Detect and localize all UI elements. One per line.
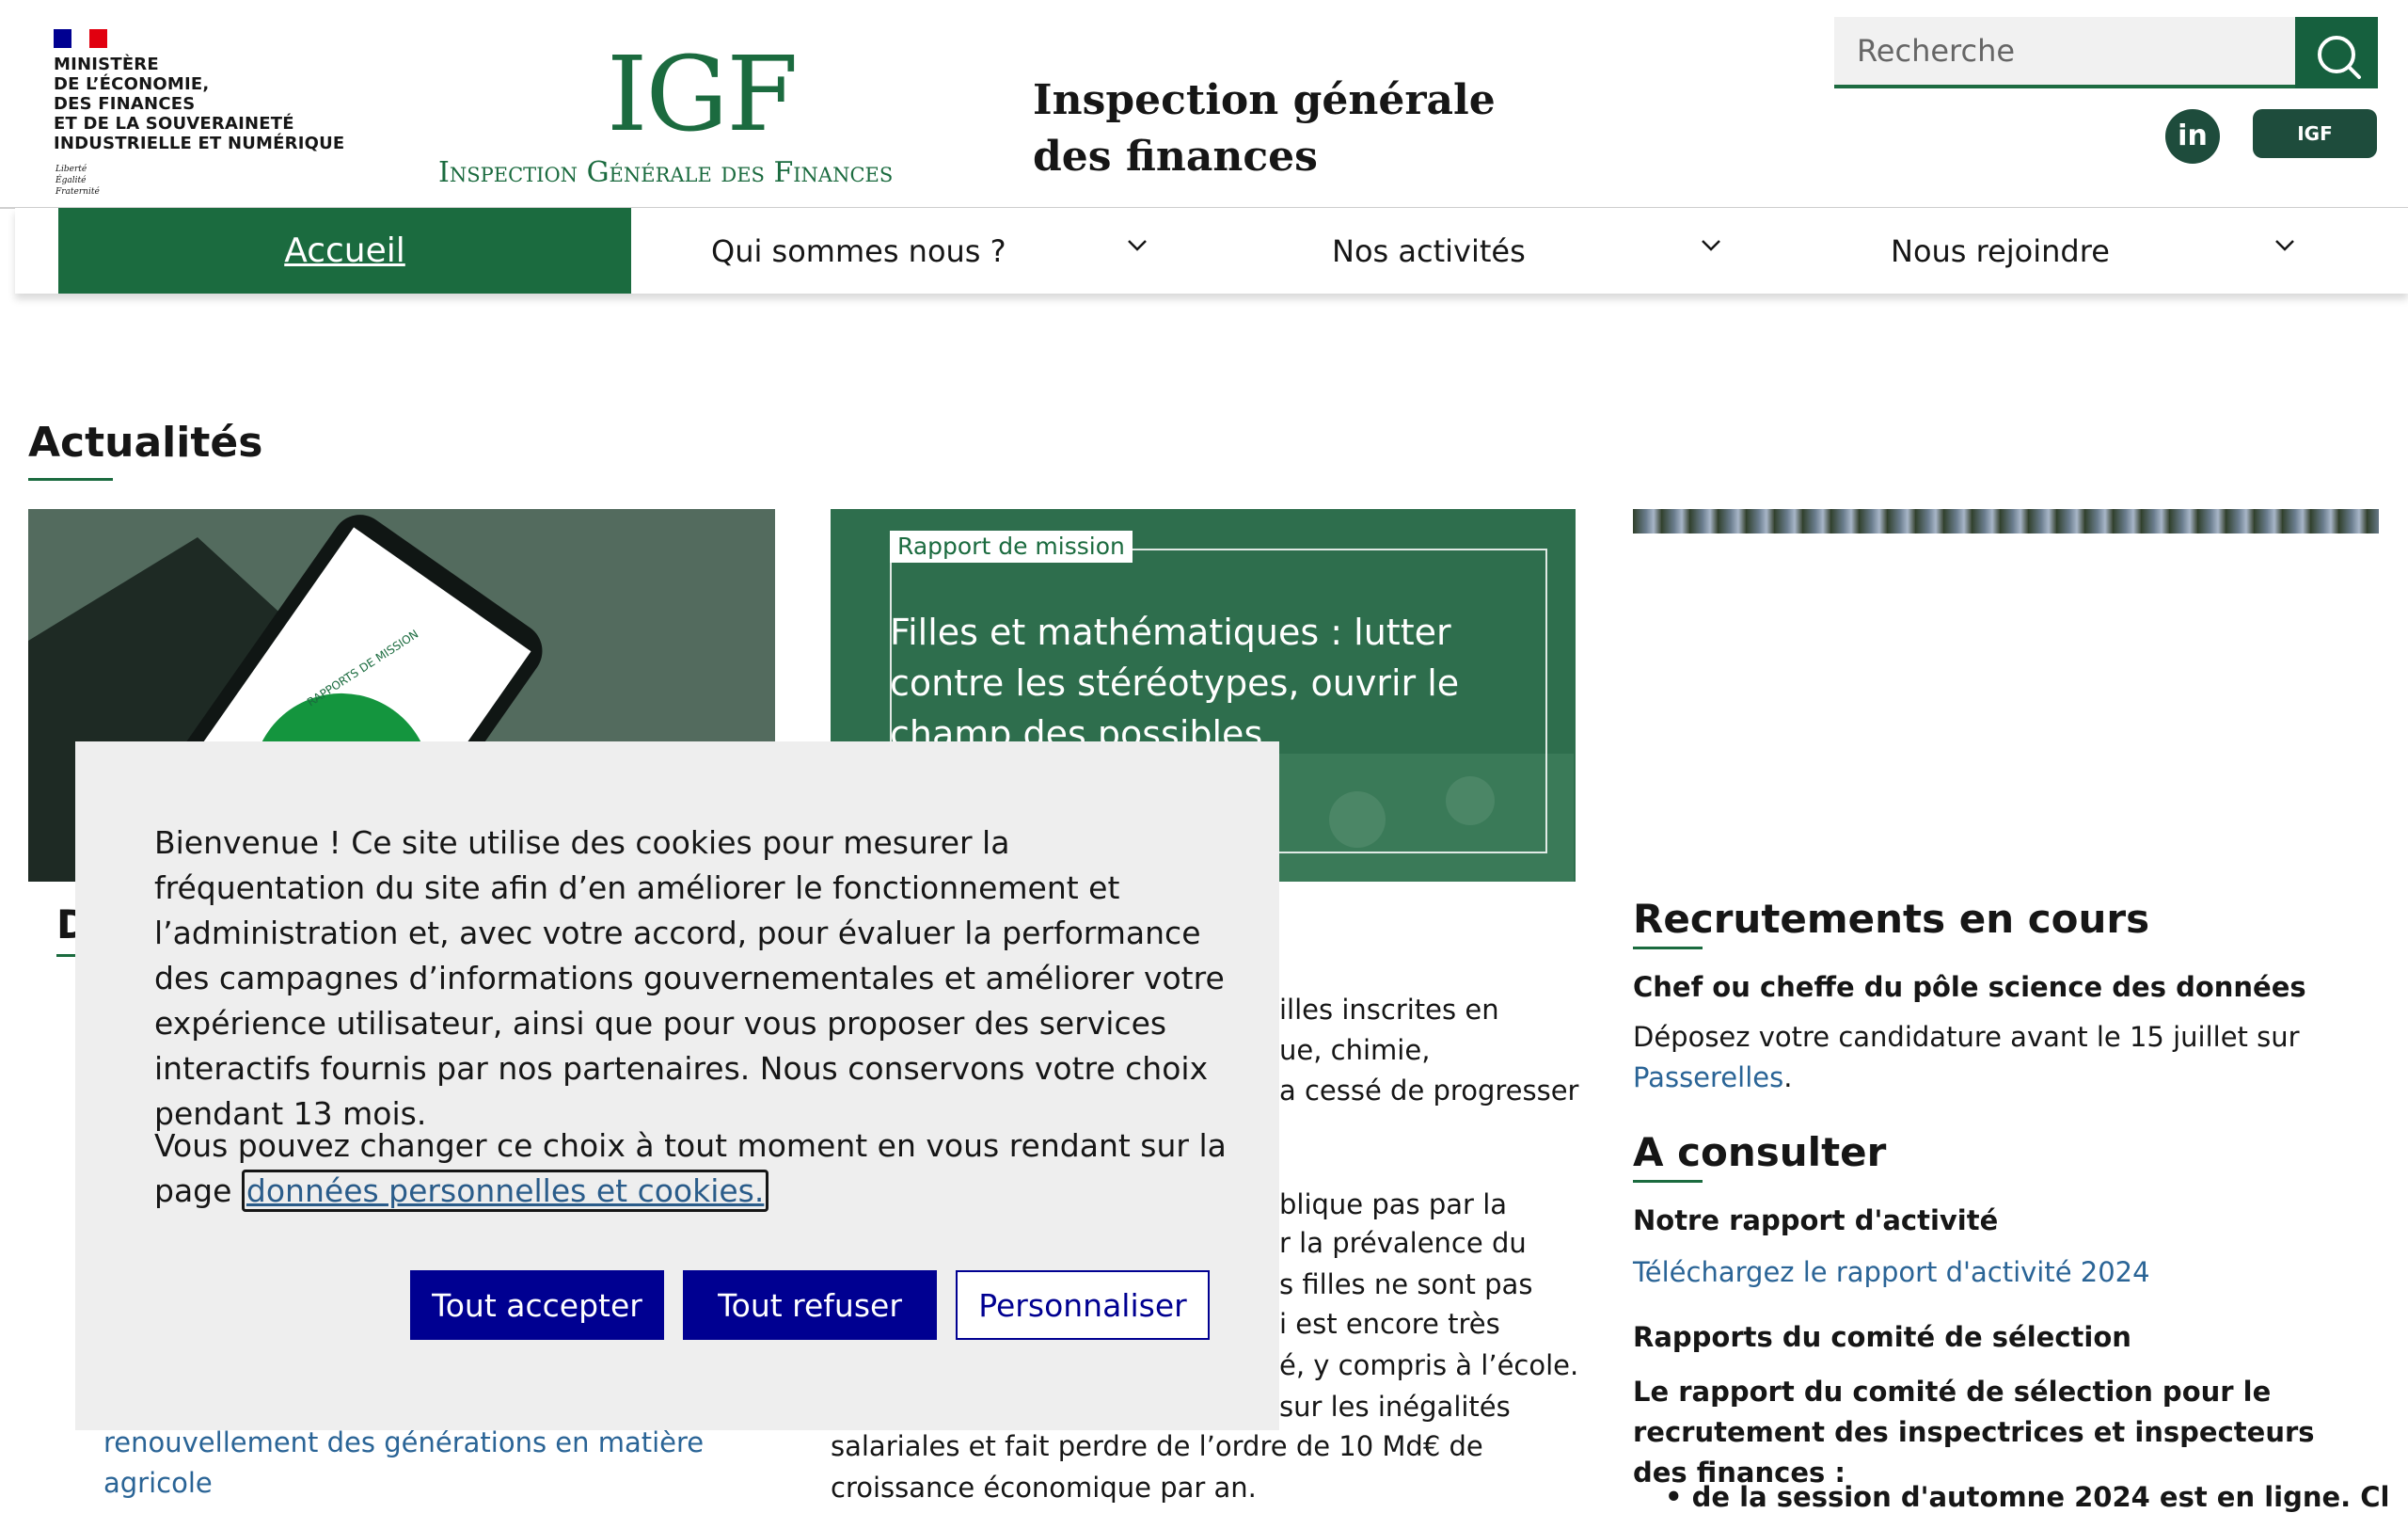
nav-nous-rejoindre[interactable]: Nous rejoindre xyxy=(1891,208,2110,294)
republic-motto: Liberté Égalité Fraternité xyxy=(55,165,100,197)
report-link[interactable]: Téléchargez le rapport d'activité 2024 xyxy=(1633,1256,2150,1288)
card2-text: ue, chimie, xyxy=(1279,1034,1431,1066)
chevron-down-icon xyxy=(2275,240,2294,251)
institution-title[interactable]: Inspection générale des finances xyxy=(1033,72,1496,185)
recruitment-job: Chef ou cheffe du pôle science des donné… xyxy=(1633,971,2306,1003)
card2-text: i est encore très xyxy=(1279,1308,1500,1340)
card-image-building[interactable] xyxy=(1633,509,2379,534)
recruitment-title: Recrutements en cours xyxy=(1633,896,2150,942)
igf-logo[interactable]: IGF xyxy=(607,42,799,146)
nav-home[interactable]: Accueil xyxy=(58,208,631,294)
title-underline xyxy=(1633,947,1703,949)
accept-all-button[interactable]: Tout accepter xyxy=(410,1270,664,1340)
category-badge: Rapport de mission xyxy=(890,531,1133,563)
card1-link-line[interactable]: agricole xyxy=(103,1463,213,1504)
card2-text: sur les inégalités xyxy=(1279,1391,1511,1423)
committee-title: Rapports du comité de sélection xyxy=(1633,1321,2131,1353)
card2-text: illes inscrites en xyxy=(1279,994,1499,1026)
cookie-message-secondary: Vous pouvez changer ce choix à tout mome… xyxy=(154,1123,1227,1214)
nav-nos-activites[interactable]: Nos activités xyxy=(1332,208,1526,294)
igf-alumni-button[interactable]: IGF ALUMNI xyxy=(2253,109,2377,194)
period: . xyxy=(1783,1061,1793,1093)
privacy-cookies-link[interactable]: données personnelles et cookies. xyxy=(241,1170,769,1212)
recruitment-link-line: Passerelles. xyxy=(1633,1061,1792,1093)
consult-title: A consulter xyxy=(1633,1129,1887,1175)
main-nav: Accueil Qui sommes nous ? Nos activités … xyxy=(15,208,2408,294)
committee-item: • de la session d'automne 2024 est en li… xyxy=(1665,1481,2389,1513)
chevron-down-icon xyxy=(1702,240,1720,251)
committee-text: Le rapport du comité de sélection pour l… xyxy=(1633,1376,2315,1489)
refuse-all-button[interactable]: Tout refuser xyxy=(683,1270,937,1340)
search-button[interactable] xyxy=(2295,17,2378,88)
committee-item-text[interactable]: de la session d'automne 2024 est en lign… xyxy=(1692,1481,2389,1513)
news-title[interactable]: Filles et mathématiques : lutter contre … xyxy=(890,607,1492,759)
card2-text: r la prévalence du xyxy=(1279,1227,1527,1259)
passerelles-link[interactable]: Passerelles xyxy=(1633,1061,1783,1093)
card2-text: croissance économique par an. xyxy=(831,1472,1257,1504)
search-input[interactable] xyxy=(1834,17,2295,85)
title-underline xyxy=(1633,1180,1703,1183)
customize-button[interactable]: Personnaliser xyxy=(956,1270,1210,1340)
search-icon xyxy=(2318,36,2361,79)
ministry-name[interactable]: MINISTÈRE DE L’ÉCONOMIE, DES FINANCES ET… xyxy=(54,55,344,153)
nav-qui-sommes-nous[interactable]: Qui sommes nous ? xyxy=(711,208,1006,294)
igf-logo-subtitle: Inspection Générale des Finances xyxy=(438,156,894,189)
report-title: Notre rapport d'activité xyxy=(1633,1204,1999,1236)
cookie-message: Bienvenue ! Ce site utilise des cookies … xyxy=(154,824,1225,1132)
card2-text: s filles ne sont pas xyxy=(1279,1268,1533,1300)
recruitment-text: Déposez votre candidature avant le 15 ju… xyxy=(1633,1021,2300,1053)
card2-text: a cessé de progresser xyxy=(1279,1075,1579,1107)
card2-text: salariales et fait perdre de l’ordre de … xyxy=(831,1430,1483,1462)
card2-text: blique pas par la xyxy=(1279,1188,1508,1220)
chevron-down-icon xyxy=(1128,240,1147,251)
card2-text: é, y compris à l’école. xyxy=(1279,1349,1579,1381)
title-underline xyxy=(28,478,113,481)
section-title: Actualités xyxy=(28,419,263,467)
marianne-flag-icon xyxy=(54,29,107,48)
search-field[interactable] xyxy=(1834,17,2295,88)
linkedin-icon[interactable]: in xyxy=(2165,109,2220,164)
